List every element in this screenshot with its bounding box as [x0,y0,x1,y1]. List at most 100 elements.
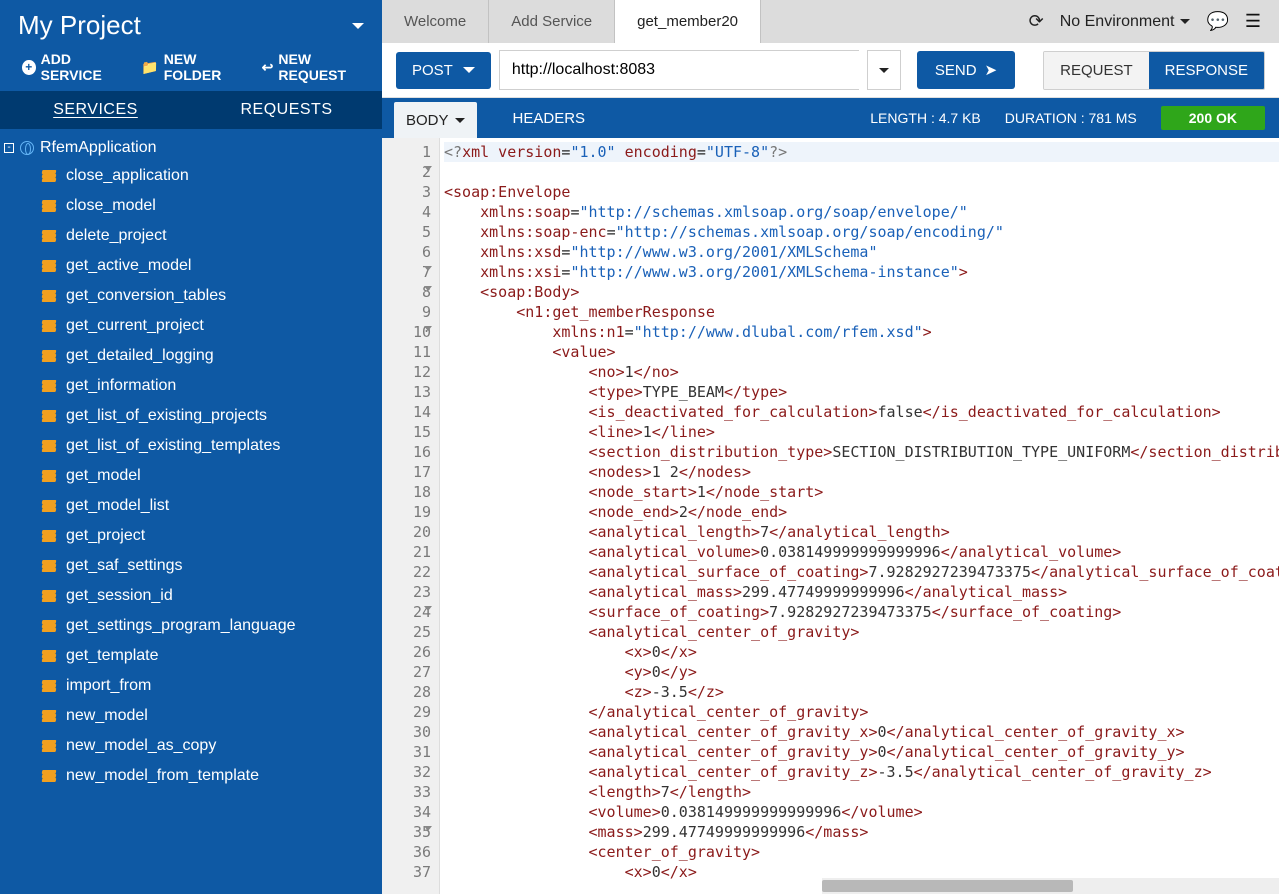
line-number: 34 [382,802,431,822]
duration-label: DURATION : 781 MS [1005,110,1137,126]
line-number: 36 [382,842,431,862]
request-view-button[interactable]: REQUEST [1044,52,1149,89]
line-number: 4 [382,202,431,222]
tree-item[interactable]: get_list_of_existing_templates [38,431,382,461]
tree-item-label: get_active_model [66,257,191,275]
url-history-dropdown[interactable] [867,50,901,90]
method-dropdown[interactable]: POST [396,52,491,89]
tab-add-service[interactable]: Add Service [489,0,615,43]
tree-item[interactable]: get_template [38,641,382,671]
line-number: 13 [382,382,431,402]
fold-icon[interactable] [424,826,432,831]
tree-item-label: get_information [66,377,176,395]
line-number: 21 [382,542,431,562]
add-service-button[interactable]: + ADD SERVICE [22,51,127,83]
line-number: 26 [382,642,431,662]
tree-item[interactable]: get_model_list [38,491,382,521]
tree-root-label: RfemApplication [40,139,157,157]
new-request-button[interactable]: ↩ NEW REQUEST [262,51,372,83]
tab-current[interactable]: get_member20 [615,0,761,43]
line-number: 22 [382,562,431,582]
tree-item[interactable]: get_session_id [38,581,382,611]
line-number: 7 [382,262,431,282]
line-number: 23 [382,582,431,602]
request-bar: POST SEND ➤ REQUEST RESPONSE [382,43,1279,98]
code-content[interactable]: <?xml version="1.0" encoding="UTF-8"?> <… [440,138,1279,894]
tree-item-label: new_model_from_template [66,767,259,785]
chat-icon[interactable]: 💬 [1206,11,1228,32]
operation-icon [42,560,56,572]
new-folder-button[interactable]: 📁 NEW FOLDER [141,51,247,83]
tree-item[interactable]: new_model [38,701,382,731]
fold-icon[interactable] [424,166,432,171]
tree-item-label: get_current_project [66,317,204,335]
line-number: 6 [382,242,431,262]
operation-icon [42,230,56,242]
line-number: 28 [382,682,431,702]
tree-item-label: get_list_of_existing_projects [66,407,267,425]
line-number: 16 [382,442,431,462]
tree-item[interactable]: get_model [38,461,382,491]
line-number: 30 [382,722,431,742]
line-number: 27 [382,662,431,682]
environment-label: No Environment [1060,13,1175,31]
gutter: 1234567891011121314151617181920212223242… [382,138,440,894]
headers-tab[interactable]: HEADERS [493,98,606,138]
scrollbar-thumb[interactable] [822,880,1073,892]
operation-icon [42,710,56,722]
operation-icon [42,170,56,182]
collapse-icon[interactable]: - [4,143,14,153]
tab-requests[interactable]: REQUESTS [191,91,382,129]
tree-item[interactable]: get_information [38,371,382,401]
side-nav-tabs: SERVICES REQUESTS [0,91,382,129]
main-panel: Welcome Add Service get_member20 ⟳ No En… [382,0,1279,894]
line-number: 2 [382,162,431,182]
tree-item[interactable]: close_application [38,161,382,191]
tree-item-label: get_template [66,647,159,665]
hamburger-icon[interactable]: ☰ [1245,11,1261,32]
tree-item[interactable]: get_conversion_tables [38,281,382,311]
fold-icon[interactable] [424,326,432,331]
line-number: 3 [382,182,431,202]
tab-welcome[interactable]: Welcome [382,0,489,43]
tree-item[interactable]: delete_project [38,221,382,251]
tree-item[interactable]: new_model_from_template [38,761,382,791]
send-button[interactable]: SEND ➤ [917,51,1015,89]
fold-icon[interactable] [424,606,432,611]
url-input[interactable] [499,50,859,90]
tree-item[interactable]: get_detailed_logging [38,341,382,371]
tree-item[interactable]: get_project [38,521,382,551]
method-label: POST [412,62,453,79]
tree-item[interactable]: get_saf_settings [38,551,382,581]
tree-item[interactable]: import_from [38,671,382,701]
line-number: 37 [382,862,431,882]
tree-item[interactable]: get_list_of_existing_projects [38,401,382,431]
body-label: BODY [406,112,449,129]
top-tabs: Welcome Add Service get_member20 ⟳ No En… [382,0,1279,43]
tree-item[interactable]: get_current_project [38,311,382,341]
response-view-button[interactable]: RESPONSE [1149,52,1264,89]
tree-root[interactable]: - RfemApplication [0,135,382,161]
line-number: 14 [382,402,431,422]
fold-icon[interactable] [424,286,432,291]
horizontal-scrollbar[interactable] [822,878,1279,894]
body-dropdown[interactable]: BODY [394,102,477,138]
tab-services[interactable]: SERVICES [0,91,191,129]
operation-icon [42,410,56,422]
new-request-label: NEW REQUEST [278,51,372,83]
line-number: 11 [382,342,431,362]
tree-item[interactable]: close_model [38,191,382,221]
fold-icon[interactable] [424,266,432,271]
environment-dropdown[interactable]: No Environment [1060,13,1191,31]
line-number: 25 [382,622,431,642]
operation-icon [42,590,56,602]
operation-icon [42,440,56,452]
line-number: 9 [382,302,431,322]
tree-item[interactable]: get_active_model [38,251,382,281]
project-caret-icon[interactable] [352,23,364,29]
code-area: 1234567891011121314151617181920212223242… [382,138,1279,894]
sync-icon[interactable]: ⟳ [1029,11,1044,32]
tree-item[interactable]: get_settings_program_language [38,611,382,641]
tree-item[interactable]: new_model_as_copy [38,731,382,761]
operation-icon [42,680,56,692]
